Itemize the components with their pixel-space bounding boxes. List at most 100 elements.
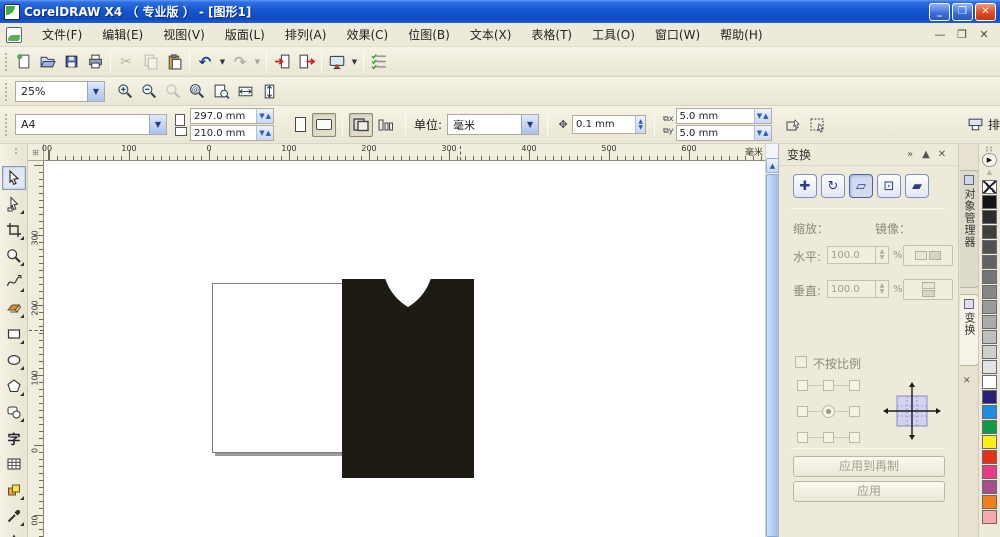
palette-flyout-button[interactable]: ▶	[982, 153, 997, 167]
menu-3[interactable]: 版面(L)	[215, 23, 275, 46]
crop-tool[interactable]	[2, 218, 26, 242]
nudge-offset-spinner[interactable]: ▲ ▼	[635, 116, 646, 133]
docker-expand-icon[interactable]: »	[902, 149, 918, 160]
color-swatch-14[interactable]	[982, 390, 997, 404]
zoom-tool[interactable]	[2, 244, 26, 268]
print-button[interactable]	[83, 50, 107, 74]
eyedropper-tool[interactable]	[2, 504, 26, 528]
mirror-vertical-button[interactable]	[903, 279, 953, 300]
menu-2[interactable]: 视图(V)	[153, 23, 215, 46]
menu-0[interactable]: 文件(F)	[32, 23, 92, 46]
menu-4[interactable]: 排列(A)	[275, 23, 337, 46]
doc-minimize-button[interactable]: —	[932, 28, 948, 41]
non-proportional-checkbox[interactable]	[795, 356, 807, 368]
paper-width-spinner[interactable]: ▼ ▲	[256, 109, 273, 123]
welcome-screen-button[interactable]	[367, 50, 391, 74]
redo-button[interactable]: ↷	[228, 50, 252, 74]
treat-as-filled-button[interactable]	[782, 113, 806, 137]
menu-5[interactable]: 效果(C)	[336, 23, 398, 46]
duplicate-y-spinner[interactable]: ▼ ▲	[753, 126, 771, 140]
anchor-middle-right[interactable]	[849, 406, 860, 417]
redo-dropdown[interactable]: ▼	[252, 50, 263, 74]
color-swatch-22[interactable]	[982, 510, 997, 524]
ellipse-tool[interactable]	[2, 348, 26, 372]
interactive-blend-tool[interactable]	[2, 478, 26, 502]
menu-9[interactable]: 工具(O)	[582, 23, 645, 46]
swatch-none[interactable]	[982, 180, 997, 194]
doc-restore-button[interactable]: ❐	[954, 28, 970, 41]
all-pages-button[interactable]	[349, 112, 373, 137]
doc-close-button[interactable]: ✕	[976, 28, 992, 41]
shape-tool[interactable]	[2, 192, 26, 216]
copy-button[interactable]	[138, 50, 162, 74]
menu-7[interactable]: 文本(X)	[460, 23, 522, 46]
paste-button[interactable]	[162, 50, 186, 74]
zoom-level-combo[interactable]: 25% ▼	[15, 80, 105, 102]
import-button[interactable]	[270, 50, 294, 74]
save-button[interactable]	[59, 50, 83, 74]
polygon-tool[interactable]	[2, 374, 26, 398]
export-button[interactable]	[294, 50, 318, 74]
position-mode-button[interactable]: ✚	[793, 174, 817, 198]
scale-horizontal-spinner[interactable]: ▲ ▼	[875, 247, 888, 263]
menu-10[interactable]: 窗口(W)	[645, 23, 710, 46]
duplicate-x-spinner[interactable]: ▼ ▲	[753, 109, 771, 123]
color-swatch-15[interactable]	[982, 405, 997, 419]
zoom-to-all-objects-button[interactable]: @	[185, 79, 209, 103]
undo-dropdown[interactable]: ▼	[217, 50, 228, 74]
color-swatch-13[interactable]	[982, 375, 997, 389]
scale-vertical-field[interactable]: 100.0 ▲ ▼	[827, 280, 889, 298]
tab-transform[interactable]: 变换	[960, 294, 979, 366]
duplicate-y-field[interactable]: 5.0 mm ▼ ▲	[675, 125, 772, 141]
anchor-bottom-center[interactable]	[823, 432, 834, 443]
paper-height-spinner[interactable]: ▼ ▲	[256, 126, 273, 140]
toolbar-grip[interactable]	[2, 111, 9, 138]
tab-object-manager[interactable]: 对象管理器	[960, 170, 979, 288]
rectangle-tool[interactable]	[2, 322, 26, 346]
pick-tool[interactable]	[2, 166, 26, 190]
color-swatch-5[interactable]	[982, 255, 997, 269]
apply-to-duplicate-button[interactable]: 应用到再制	[793, 456, 945, 477]
color-swatch-4[interactable]	[982, 240, 997, 254]
paper-height-field[interactable]: 210.0 mm ▼ ▲	[190, 125, 274, 141]
color-swatch-21[interactable]	[982, 495, 997, 509]
minimize-button[interactable]: _	[929, 2, 950, 21]
text-tool[interactable]: 字	[2, 426, 26, 450]
page-size-combo[interactable]: A4 ▼	[15, 114, 167, 135]
docker-collapse-icon[interactable]: ▲	[918, 149, 934, 160]
anchor-middle-left[interactable]	[797, 406, 808, 417]
paper-width-field[interactable]: 297.0 mm ▼ ▲	[190, 108, 274, 124]
color-swatch-10[interactable]	[982, 330, 997, 344]
color-swatch-9[interactable]	[982, 315, 997, 329]
new-document-button[interactable]	[11, 50, 35, 74]
black-rectangle-object[interactable]	[342, 279, 474, 478]
rotate-mode-button[interactable]: ↻	[821, 174, 845, 198]
snap-bounding-box-button[interactable]	[806, 113, 830, 137]
zoom-to-page-width-button[interactable]	[233, 79, 257, 103]
zoom-to-selection-button[interactable]	[161, 79, 185, 103]
zoom-combo-arrow[interactable]: ▼	[87, 81, 104, 101]
table-tool[interactable]	[2, 452, 26, 476]
apply-button[interactable]: 应用	[793, 481, 945, 502]
color-swatch-8[interactable]	[982, 300, 997, 314]
cut-button[interactable]: ✂	[114, 50, 138, 74]
vertical-scrollbar[interactable]: ▲	[765, 144, 779, 537]
basic-shapes-tool[interactable]	[2, 400, 26, 424]
units-combo[interactable]: 毫米 ▼	[447, 114, 540, 135]
anchor-top-center[interactable]	[823, 380, 834, 391]
application-launcher-button[interactable]	[325, 50, 349, 74]
units-combo-arrow[interactable]: ▼	[521, 115, 539, 134]
scale-horizontal-field[interactable]: 100.0 ▲ ▼	[827, 246, 889, 264]
menu-11[interactable]: 帮助(H)	[710, 23, 772, 46]
smart-fill-tool[interactable]	[2, 296, 26, 320]
color-swatch-11[interactable]	[982, 345, 997, 359]
nudge-offset-field[interactable]: 0.1 mm ▲ ▼	[572, 115, 647, 134]
zoom-to-page-button[interactable]	[209, 79, 233, 103]
anchor-top-right[interactable]	[849, 380, 860, 391]
palette-scroll-up[interactable]: ▲	[982, 168, 997, 178]
mirror-horizontal-button[interactable]	[903, 245, 953, 266]
current-page-button[interactable]	[373, 113, 397, 137]
duplicate-x-field[interactable]: 5.0 mm ▼ ▲	[675, 108, 772, 124]
zoom-in-button[interactable]	[113, 79, 137, 103]
drawing-canvas[interactable]	[44, 161, 765, 537]
